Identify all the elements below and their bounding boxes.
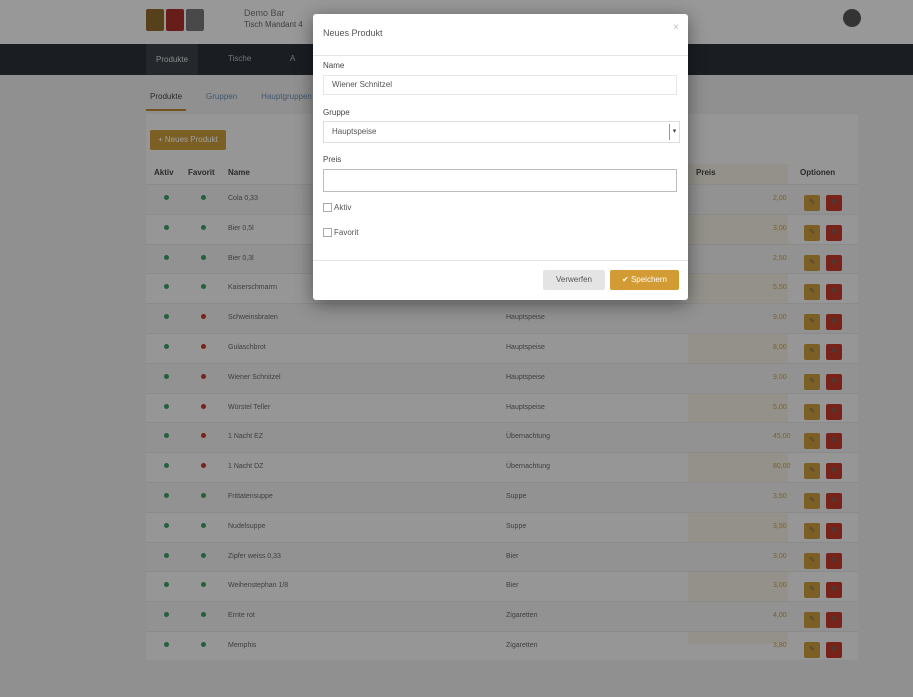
favorite-checkbox-label: Favorit — [334, 228, 359, 237]
new-product-modal: Neues Produkt × Name Gruppe Hauptspeise … — [313, 14, 688, 300]
group-selected-value: Hauptspeise — [332, 127, 377, 136]
checkbox-icon — [323, 228, 332, 237]
checkbox-icon — [323, 203, 332, 212]
modal-divider — [313, 55, 688, 56]
group-label: Gruppe — [323, 108, 350, 117]
modal-footer-divider — [313, 260, 688, 261]
close-icon[interactable]: × — [673, 22, 679, 33]
discard-button[interactable]: Verwerfen — [543, 270, 605, 290]
price-label: Preis — [323, 155, 342, 164]
modal-title: Neues Produkt — [323, 28, 383, 38]
price-input[interactable] — [323, 169, 677, 192]
favorite-checkbox[interactable]: Favorit — [323, 228, 358, 237]
active-checkbox[interactable]: Aktiv — [323, 203, 351, 212]
name-input[interactable] — [323, 75, 677, 95]
active-checkbox-label: Aktiv — [334, 203, 352, 212]
name-label: Name — [323, 61, 345, 70]
group-select[interactable]: Hauptspeise ▾ — [323, 121, 680, 143]
chevron-down-icon: ▾ — [669, 124, 679, 140]
save-button[interactable]: ✔ Speichern — [610, 270, 679, 290]
